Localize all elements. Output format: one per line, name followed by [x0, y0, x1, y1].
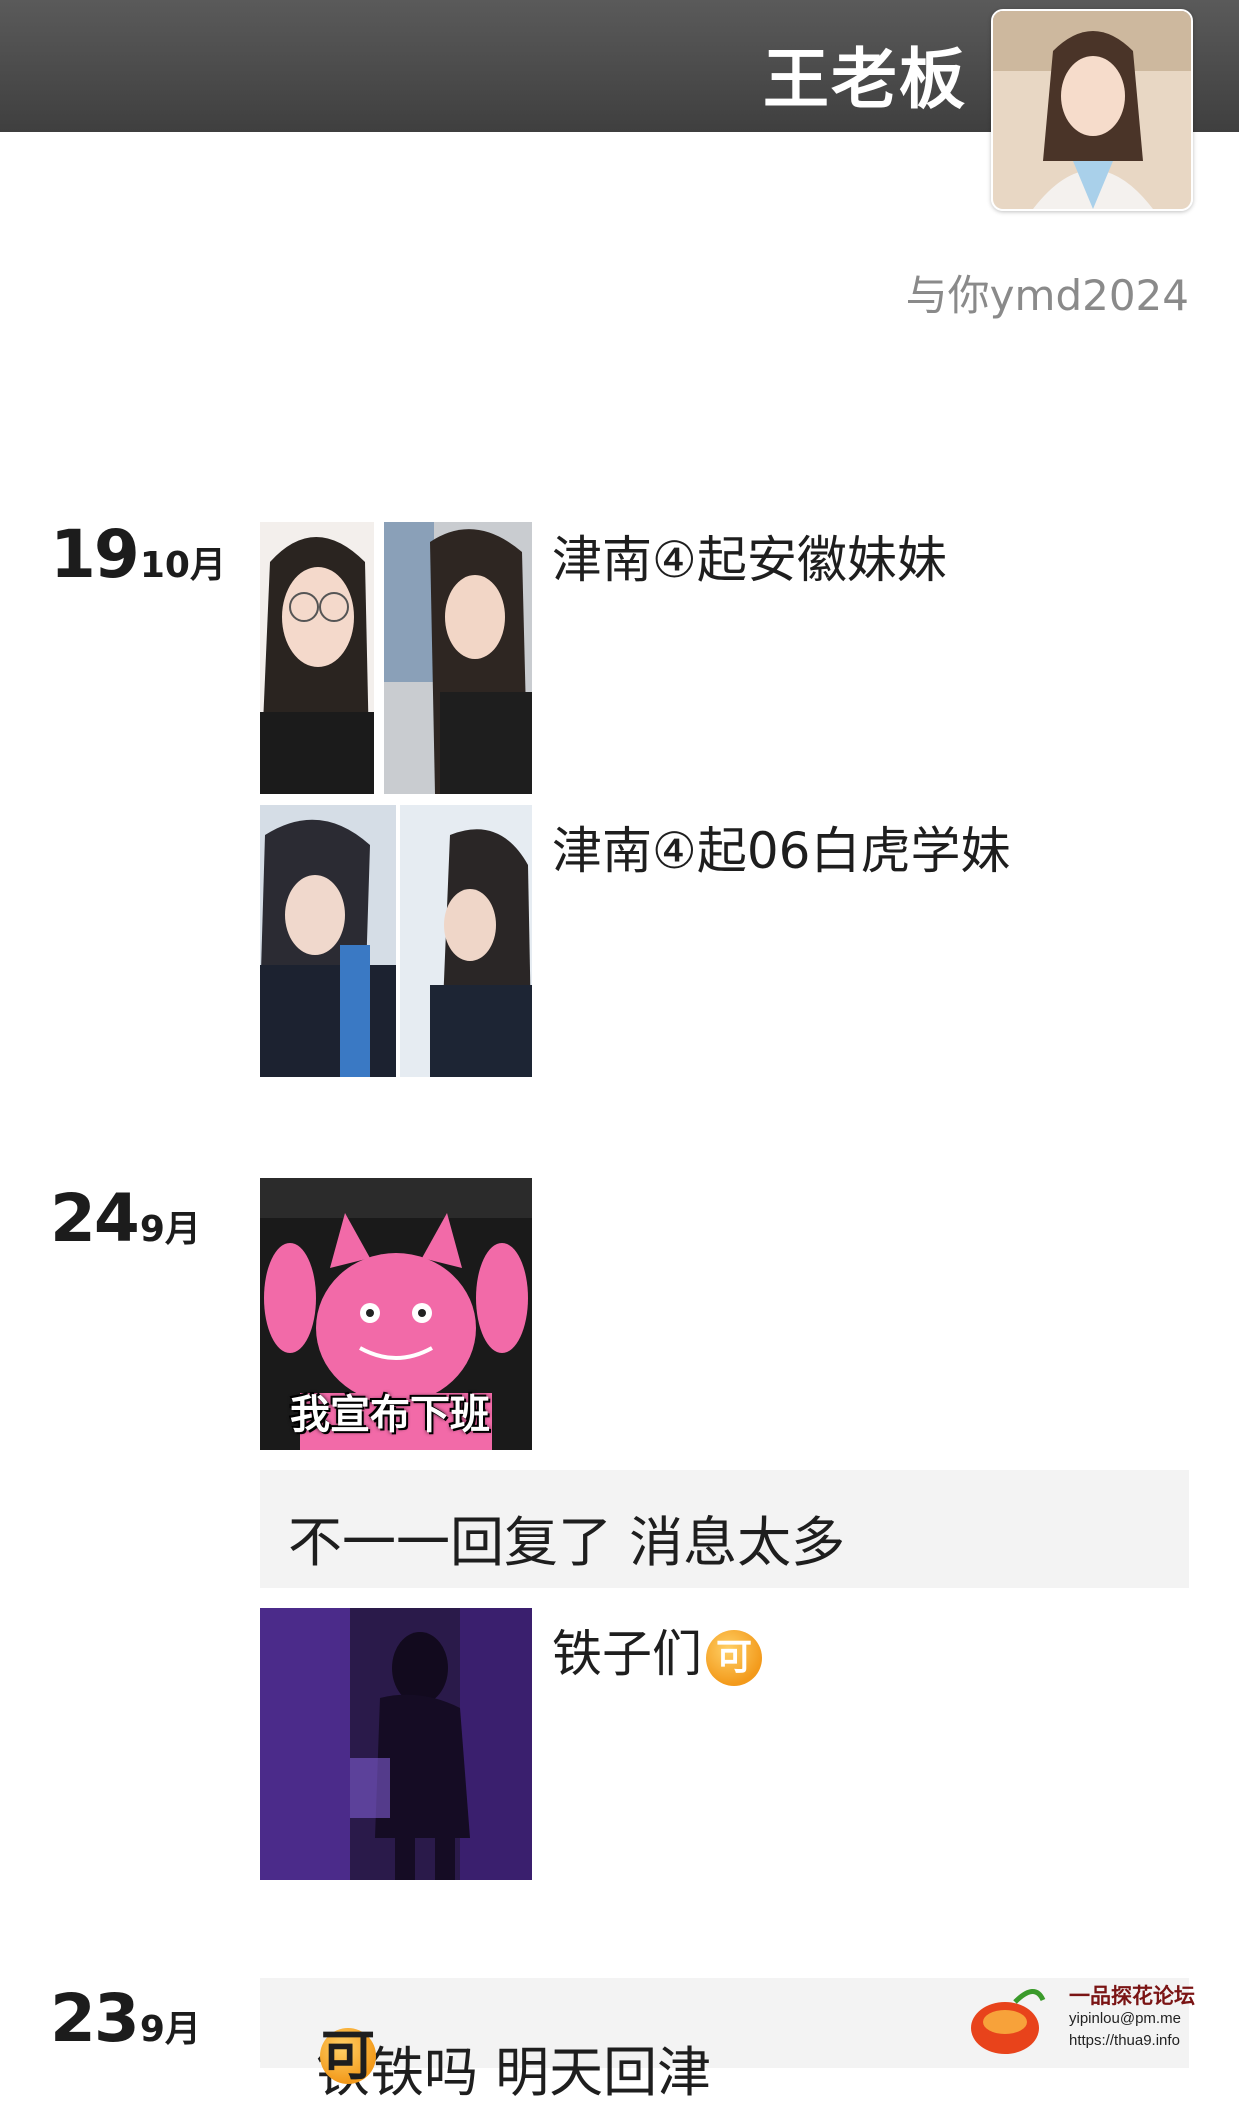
emoji-icon: 可 [706, 1629, 762, 1686]
text-post-card[interactable]: 不一一回复了 消息太多 [260, 1470, 1189, 1588]
photo-thumbnail[interactable] [260, 805, 532, 1077]
post-date: 1910月 [50, 516, 226, 593]
post-date: 239月 [50, 1980, 201, 2057]
watermark: 一品探花论坛 yipinlou@pm.me https://thua9.info [965, 1978, 1195, 2068]
post-caption-text: 铁子们 [552, 1625, 702, 1683]
text-post: 不一一回复了 消息太多 [288, 1511, 846, 1574]
photo-thumbnail[interactable] [260, 522, 532, 794]
post-caption[interactable]: 津南④起06白虎学妹 [552, 811, 1010, 883]
photo-thumbnail[interactable]: 我宣布下班 [260, 1178, 532, 1450]
profile-name[interactable]: 王老板 [763, 26, 967, 122]
post-date: 249月 [50, 1180, 201, 1257]
date-day: 23 [50, 1980, 140, 2057]
watermark-url: https://thua9.info [1069, 2032, 1180, 2049]
date-day: 19 [50, 516, 140, 593]
photo-thumbnail[interactable] [260, 1608, 532, 1880]
watermark-logo-icon [971, 1989, 1046, 2054]
emoji-icon: 可 [320, 2024, 376, 2087]
profile-signature: 与你ymd2024 [905, 271, 1189, 320]
date-month: 10月 [139, 545, 226, 586]
date-day: 24 [50, 1180, 140, 1257]
watermark-email: yipinlou@pm.me [1069, 2010, 1181, 2027]
photo-caption: 我宣布下班 [290, 1392, 490, 1438]
watermark-title: 一品探花论坛 [1069, 1985, 1195, 2008]
date-month: 9月 [139, 1209, 201, 1250]
post-caption[interactable]: 津南④起安徽妹妹 [552, 520, 947, 592]
avatar[interactable] [991, 9, 1193, 211]
post-caption[interactable]: 铁子们可 [552, 1614, 762, 1686]
date-month: 9月 [139, 2009, 201, 2050]
